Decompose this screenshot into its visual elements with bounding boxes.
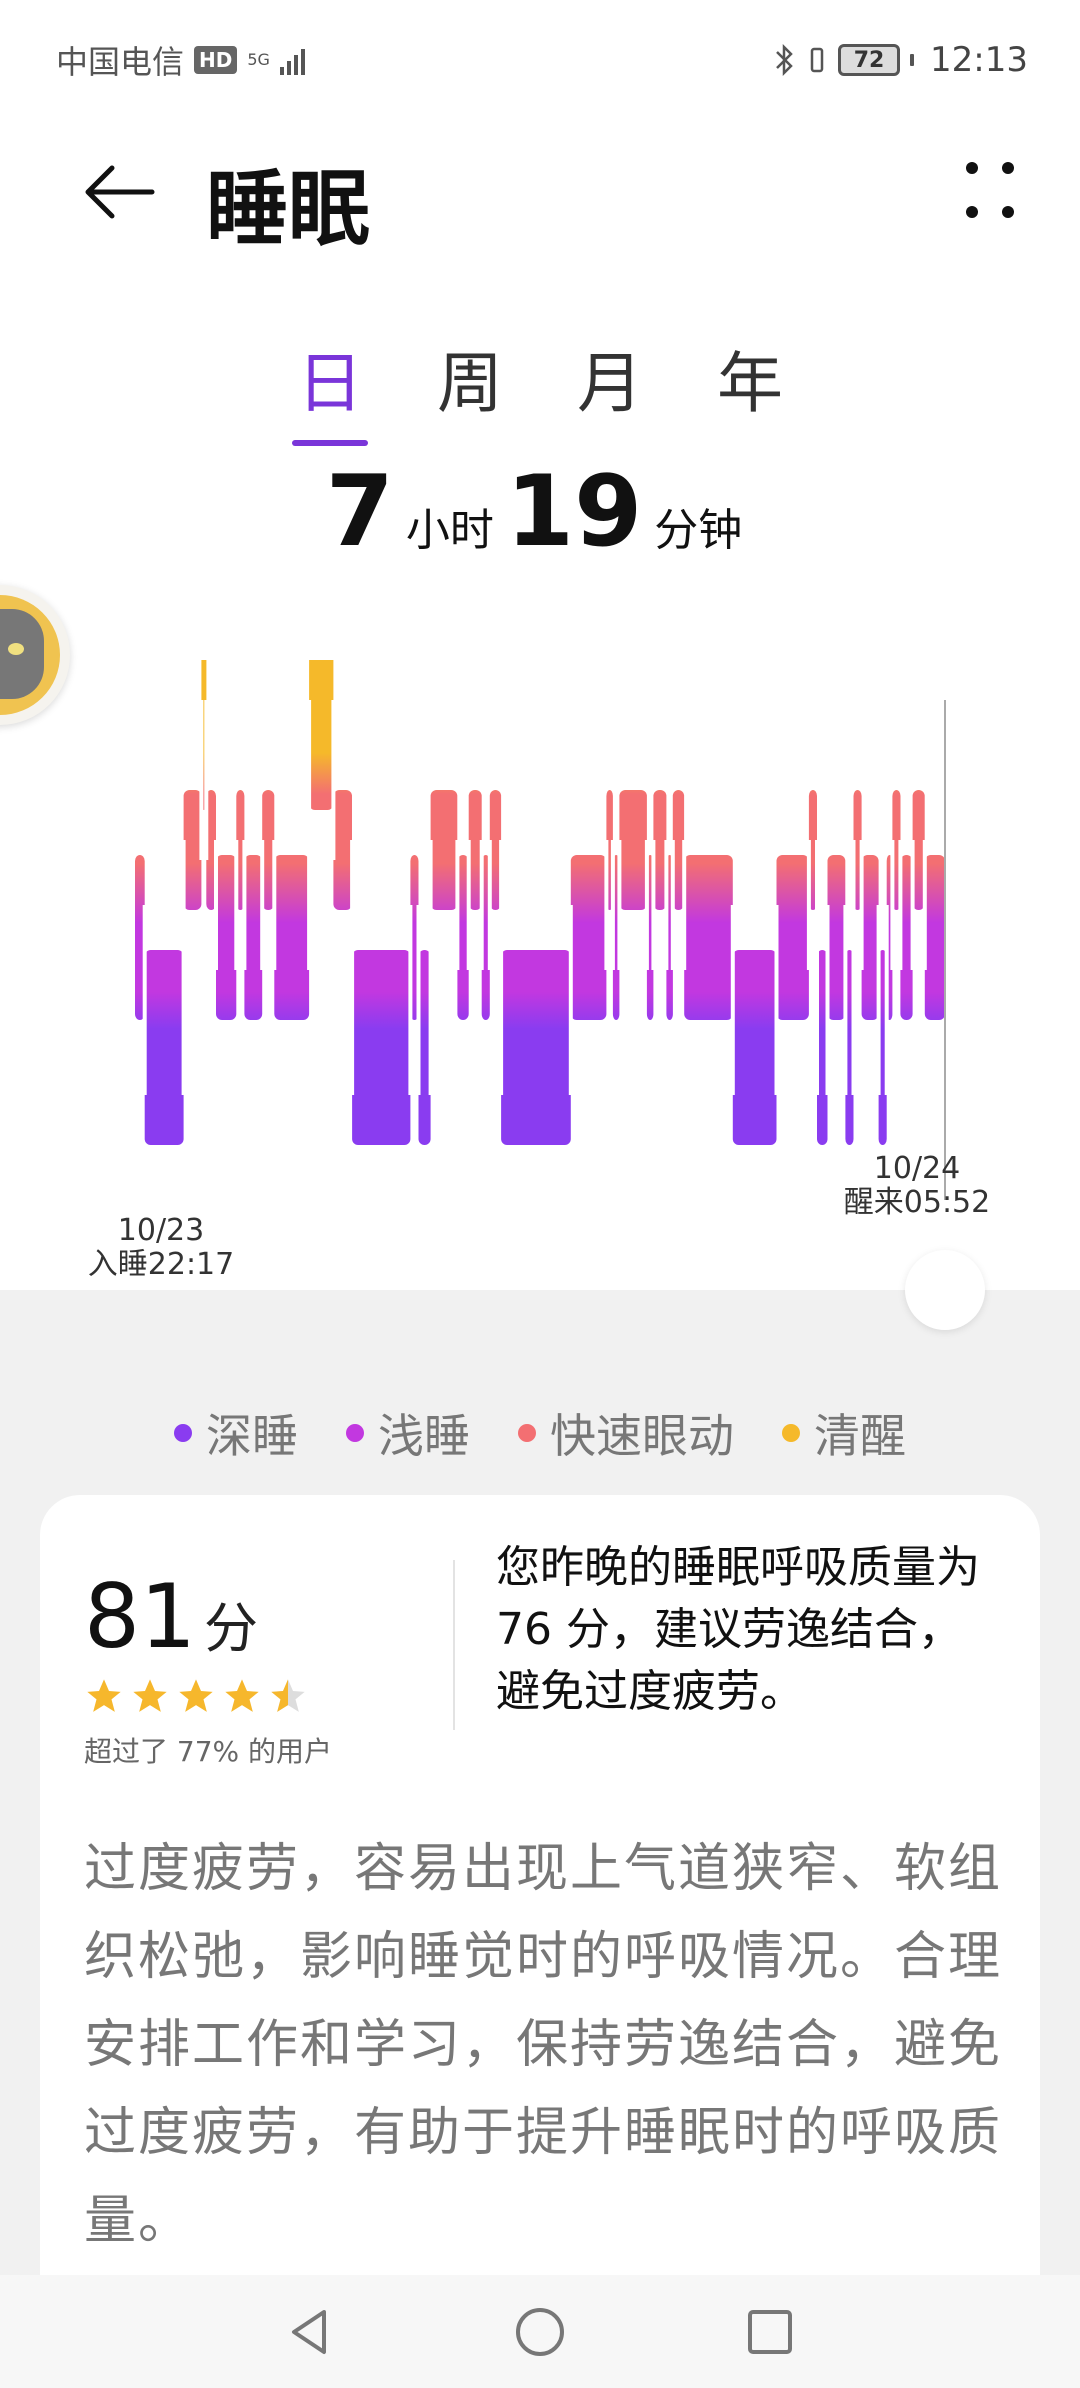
vibrate-icon (810, 47, 824, 73)
legend-dot-rem (518, 1424, 536, 1442)
star-icon (179, 1679, 213, 1712)
legend-label-rem: 快速眼动 (550, 1409, 734, 1463)
start-label: 10/23 入睡22:17 (76, 1214, 246, 1282)
network-type: 5G (247, 50, 270, 69)
chart-scroll-handle[interactable] (905, 1250, 985, 1330)
stage-bar-deep (501, 950, 571, 1145)
nav-back-icon[interactable] (280, 2302, 340, 2362)
app-bar: 睡眠 (0, 130, 1080, 257)
cat-eye (8, 643, 24, 655)
signal-icon (279, 45, 305, 75)
end-date: 10/24 (873, 1151, 961, 1186)
breathing-quality-card[interactable]: 81 分 超过了 77% 的用户 您昨晚的睡眠呼吸质量为 76 分，建议劳逸结合，… (40, 1495, 1040, 2355)
sleep-stage-chart[interactable]: 10/23 入睡22:17 10/24 醒来05:52 (0, 660, 1080, 1300)
more-options-icon[interactable] (950, 150, 1030, 230)
legend-light: 浅睡 (346, 1400, 470, 1466)
hypnogram-bars (135, 660, 946, 1145)
score-unit: 分 (203, 1597, 258, 1660)
status-right: 72 12:13 (774, 40, 1028, 80)
stage-bar-light (924, 855, 946, 1020)
hd-badge: HD (194, 46, 238, 74)
stage-bar-light (776, 855, 809, 1020)
end-time: 醒来05:52 (843, 1185, 991, 1220)
sleep-duration: 7 小时 19 分钟 (0, 455, 1080, 569)
stage-bar-light (861, 855, 879, 1020)
quality-advice: 过度疲劳，容易出现上气道狭窄、软组织松弛，影响睡觉时的呼吸情况。合理安排工作和学… (84, 1839, 1003, 2251)
legend-rem: 快速眼动 (518, 1400, 734, 1466)
page-title: 睡眠 (206, 162, 371, 257)
stage-bar-deep (352, 950, 411, 1145)
battery-tip (910, 54, 915, 66)
system-nav-bar (0, 2275, 1080, 2388)
battery-indicator: 72 (838, 44, 901, 76)
stage-bar-light (684, 855, 733, 1020)
duration-hours: 7 (325, 455, 394, 569)
score-block: 81 分 超过了 77% 的用户 (84, 1565, 444, 1770)
status-bar: 中国电信 HD 5G 72 12:13 (0, 0, 1080, 120)
stage-bar-light (827, 855, 846, 1020)
legend-dot-light (346, 1424, 364, 1442)
stage-legend: 深睡 浅睡 快速眼动 清醒 (0, 1400, 1080, 1466)
stage-bar-light (570, 855, 607, 1020)
stage-bar-rem (430, 790, 458, 910)
clock: 12:13 (930, 40, 1028, 80)
duration-minutes: 19 (505, 455, 643, 569)
status-left: 中国电信 HD 5G (56, 37, 305, 83)
back-arrow-icon[interactable] (80, 152, 160, 232)
quality-summary: 您昨晚的睡眠呼吸质量为 76 分，建议劳逸结合，避免过度疲劳。 (496, 1542, 980, 1717)
stage-bar-deep (144, 950, 184, 1145)
legend-dot-deep (174, 1424, 192, 1442)
stage-bar-awake (309, 660, 334, 810)
start-date: 10/23 (117, 1213, 205, 1248)
half-star-icon (271, 1679, 305, 1712)
duration-minutes-unit: 分钟 (654, 505, 743, 556)
rank-text: 超过了 77% 的用户 (84, 1735, 333, 1768)
legend-deep: 深睡 (174, 1400, 298, 1466)
tab-month[interactable]: 月 (575, 330, 645, 444)
score-value: 81 (84, 1565, 196, 1668)
tab-day[interactable]: 日 (292, 330, 368, 446)
period-tabs: 日 周 月 年 (0, 330, 1080, 446)
stage-bar-light (274, 855, 310, 1020)
carrier-label: 中国电信 (56, 43, 185, 81)
end-label: 10/24 醒来05:52 (832, 1152, 1002, 1220)
duration-hours-unit: 小时 (405, 505, 494, 556)
stage-bar-deep (732, 950, 777, 1145)
stage-bar-rem (183, 790, 202, 910)
start-time: 入睡22:17 (87, 1247, 235, 1282)
nav-home-icon[interactable] (510, 2302, 570, 2362)
star-rating (84, 1676, 444, 1716)
legend-dot-awake (782, 1424, 800, 1442)
bluetooth-icon (776, 43, 793, 77)
stage-bar-light (216, 855, 237, 1020)
stage-bar-light (244, 855, 263, 1020)
star-icon (225, 1679, 259, 1712)
legend-label-awake: 清醒 (814, 1409, 906, 1463)
tab-week[interactable]: 周 (435, 330, 505, 444)
star-icon (87, 1679, 121, 1712)
card-divider (453, 1560, 455, 1730)
star-icon (133, 1679, 167, 1712)
legend-awake: 清醒 (782, 1400, 906, 1466)
legend-label-light: 浅睡 (378, 1409, 470, 1463)
legend-label-deep: 深睡 (206, 1409, 298, 1463)
tab-year[interactable]: 年 (715, 330, 785, 444)
stage-bar-rem (333, 790, 352, 910)
nav-recents-icon[interactable] (740, 2302, 800, 2362)
stage-bar-rem (619, 790, 647, 910)
